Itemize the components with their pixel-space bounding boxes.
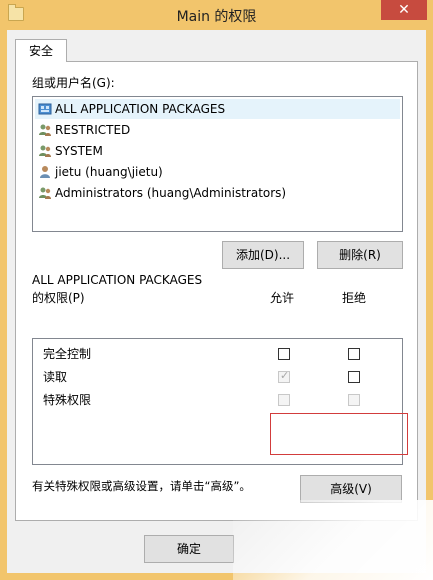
close-button[interactable]: ✕ [381, 0, 427, 20]
deny-special-checkbox [348, 394, 360, 406]
permission-name: 完全控制 [43, 347, 92, 361]
list-item[interactable]: ALL APPLICATION PACKAGES [35, 99, 400, 119]
users-group-icon [39, 187, 51, 199]
groups-label: 组或用户名(G): [32, 76, 115, 90]
advanced-button[interactable]: 高级(V) [300, 475, 402, 503]
permission-name: 特殊权限 [43, 393, 92, 407]
permission-row: 读取 [43, 366, 67, 388]
users-group-icon [39, 124, 51, 136]
advanced-button-highlight [270, 413, 408, 455]
permissions-window: Main 的权限 ✕ 安全 组或用户名(G): ALL APPLICATION … [0, 0, 433, 580]
allow-full-control-checkbox[interactable] [278, 348, 290, 360]
advanced-hint-text: 有关特殊权限或高级设置，请单击“高级”。 [32, 479, 251, 493]
list-item-label: SYSTEM [55, 144, 103, 158]
user-icon [40, 166, 50, 178]
permissions-subject-label: ALL APPLICATION PACKAGES [32, 273, 203, 287]
window-title: Main 的权限 [176, 9, 257, 25]
list-item-label: ALL APPLICATION PACKAGES [55, 102, 226, 116]
remove-button[interactable]: 删除(R) [317, 241, 403, 269]
list-item[interactable]: SYSTEM [35, 141, 400, 161]
allow-special-checkbox [278, 394, 290, 406]
checkmark-icon: ✓ [280, 369, 290, 382]
allow-column-header: 允许 [270, 291, 295, 305]
add-button[interactable]: 添加(D)... [222, 241, 304, 269]
list-item[interactable]: Administrators (huang\Administrators) [35, 183, 400, 203]
list-item-label: jietu (huang\jietu) [55, 165, 163, 179]
dialog-client-area: 安全 组或用户名(G): ALL APPLICATION PACKAGES RE… [7, 30, 426, 573]
watermark-overlay [233, 500, 433, 580]
permissions-label: 的权限(P) [32, 291, 85, 305]
title-bar[interactable]: Main 的权限 ✕ [0, 0, 433, 30]
list-item[interactable]: jietu (huang\jietu) [35, 162, 400, 182]
package-group-icon [38, 103, 52, 115]
tab-security[interactable]: 安全 [15, 39, 67, 62]
allow-read-checkbox[interactable]: ✓ [278, 369, 290, 383]
deny-full-control-checkbox[interactable] [348, 348, 360, 360]
permission-row: 完全控制 [43, 343, 91, 365]
permission-row: 特殊权限 [43, 389, 91, 411]
ok-button[interactable]: 确定 [144, 535, 234, 563]
permission-name: 读取 [43, 370, 68, 384]
deny-read-checkbox[interactable] [348, 371, 360, 383]
deny-column-header: 拒绝 [342, 291, 367, 305]
list-item-label: RESTRICTED [55, 123, 131, 137]
list-item-label: Administrators (huang\Administrators) [55, 186, 287, 200]
group-user-list[interactable]: ALL APPLICATION PACKAGES RESTRICTED SYST… [32, 96, 403, 232]
users-group-icon [39, 145, 51, 157]
list-item[interactable]: RESTRICTED [35, 120, 400, 140]
